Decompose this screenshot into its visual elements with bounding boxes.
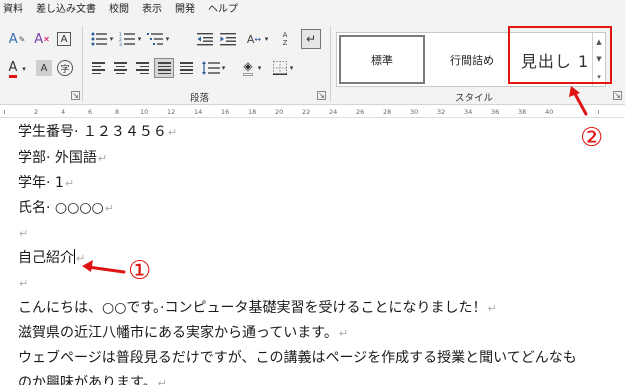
doc-line: ↵ bbox=[19, 277, 29, 290]
ribbon: A ✎ A ✕ A A ▾ A 字 ▾ 123 ▾ ▾ A ↔ ▾ AZ ↵ ▾… bbox=[0, 20, 625, 105]
doc-line: のか興味があります。↵ bbox=[18, 375, 167, 385]
line-spacing-dropdown-icon[interactable]: ▾ bbox=[220, 63, 227, 73]
asian-layout-icon[interactable]: A ↔ bbox=[244, 30, 264, 48]
ruler-label: 28 bbox=[383, 108, 392, 116]
borders-dropdown-icon[interactable]: ▾ bbox=[288, 63, 295, 73]
asian-layout-dropdown-icon[interactable]: ▾ bbox=[263, 34, 270, 44]
text-cursor bbox=[74, 249, 75, 264]
ruler-label: 32 bbox=[437, 108, 446, 116]
ruler-label: 26 bbox=[356, 108, 365, 116]
ruler-label: 20 bbox=[275, 108, 284, 116]
annotation-marker-2: ② bbox=[580, 123, 604, 153]
ruler-right-indent-marker[interactable] bbox=[598, 110, 599, 114]
ribbon-separator bbox=[82, 26, 83, 102]
enclosed-character-icon[interactable]: 字 bbox=[57, 60, 73, 76]
annotation-arrow-2 bbox=[569, 86, 588, 116]
styles-group-label: スタイル bbox=[455, 93, 494, 104]
doc-line: こんにちは、○○です。·コンピュータ基礎実習を受けることになりました！↵ bbox=[18, 300, 497, 316]
menu-review[interactable]: 校閲 bbox=[103, 0, 136, 20]
text-effects-icon[interactable]: A ✎ bbox=[8, 30, 26, 48]
line-spacing-icon[interactable] bbox=[202, 60, 220, 76]
decrease-indent-icon[interactable] bbox=[196, 31, 214, 47]
highlight-box-heading bbox=[508, 26, 612, 84]
menu-view[interactable]: 表示 bbox=[136, 0, 169, 20]
clear-formatting-icon[interactable]: A ✕ bbox=[33, 30, 51, 48]
ruler-label: 14 bbox=[194, 108, 203, 116]
ruler-label: 4 bbox=[61, 108, 66, 116]
paragraph-group-label: 段落 bbox=[190, 93, 210, 104]
ruler-label: 8 bbox=[115, 108, 120, 116]
ruler-label: 18 bbox=[248, 108, 257, 116]
ruler-label: 40 bbox=[545, 108, 554, 116]
increase-indent-icon[interactable] bbox=[219, 31, 237, 47]
doc-line: 学部· 外国語↵ bbox=[18, 150, 108, 166]
style-no-spacing[interactable]: 行間詰め bbox=[429, 35, 515, 84]
menu-developer[interactable]: 開発 bbox=[169, 0, 202, 20]
ruler-label: 30 bbox=[410, 108, 419, 116]
menu-mailings[interactable]: 差し込み文書 bbox=[30, 0, 103, 20]
align-right-icon[interactable] bbox=[134, 60, 150, 76]
distributed-icon[interactable] bbox=[178, 60, 194, 76]
doc-line: 学年· 1↵ bbox=[18, 175, 75, 191]
numbering-icon[interactable]: 123 bbox=[118, 31, 136, 47]
annotation-arrow-1 bbox=[82, 260, 126, 274]
sort-icon[interactable]: AZ bbox=[276, 30, 294, 48]
doc-line: 学生番号· １２３４５６↵ bbox=[18, 124, 178, 140]
ruler-label: 24 bbox=[329, 108, 338, 116]
menu-shiryo[interactable]: 資料 bbox=[0, 0, 30, 20]
font-dialog-launcher-icon[interactable]: ↘ bbox=[71, 91, 80, 100]
character-shading-icon[interactable]: A bbox=[36, 60, 52, 76]
ruler-label: 16 bbox=[221, 108, 230, 116]
svg-text:3: 3 bbox=[119, 42, 122, 46]
show-paragraph-marks-icon[interactable]: ↵ bbox=[301, 29, 321, 49]
ruler-label: 6 bbox=[88, 108, 93, 116]
doc-line: ↵ bbox=[19, 227, 29, 240]
justify-icon[interactable] bbox=[154, 58, 174, 78]
ruler-indent-marker[interactable] bbox=[4, 110, 5, 114]
shading-dropdown-icon[interactable]: ▾ bbox=[256, 63, 263, 73]
shading-icon[interactable]: ◈ bbox=[240, 60, 256, 76]
style-normal[interactable]: 標準 bbox=[339, 35, 425, 84]
font-color-dropdown-icon[interactable]: ▾ bbox=[21, 64, 27, 74]
font-color-icon[interactable]: A bbox=[4, 60, 22, 78]
doc-line-heading: 自己紹介 ↵ bbox=[18, 249, 86, 266]
ruler-label: 2 bbox=[34, 108, 39, 116]
doc-line: ウェブページは普段見るだけですが、この講義はページを作成する授業と聞いてどんなも bbox=[18, 350, 577, 366]
bullets-icon[interactable] bbox=[90, 31, 108, 47]
align-left-icon[interactable] bbox=[90, 60, 106, 76]
ruler-label: 22 bbox=[302, 108, 311, 116]
ribbon-separator bbox=[330, 26, 331, 102]
annotation-marker-1: ① bbox=[128, 256, 152, 286]
ruler-label: 34 bbox=[464, 108, 473, 116]
bullets-dropdown-icon[interactable]: ▾ bbox=[108, 34, 115, 44]
ruler-label: 10 bbox=[140, 108, 149, 116]
menu-bar: 資料 差し込み文書 校閲 表示 開発 ヘルプ bbox=[0, 0, 625, 20]
doc-line: 氏名· ○○○○↵ bbox=[18, 200, 114, 216]
character-border-icon[interactable]: A bbox=[57, 32, 71, 46]
horizontal-ruler[interactable]: 2 4 6 8 10 12 14 16 18 20 22 24 26 28 30… bbox=[0, 106, 625, 118]
ruler-label: 36 bbox=[491, 108, 500, 116]
multilevel-list-icon[interactable] bbox=[146, 31, 164, 47]
paragraph-dialog-launcher-icon[interactable]: ↘ bbox=[317, 91, 326, 100]
document-body[interactable]: 学生番号· １２３４５６↵ 学部· 外国語↵ 学年· 1↵ 氏名· ○○○○↵ … bbox=[0, 119, 625, 385]
menu-help[interactable]: ヘルプ bbox=[202, 0, 245, 20]
borders-icon[interactable] bbox=[272, 60, 288, 76]
styles-dialog-launcher-icon[interactable]: ↘ bbox=[613, 91, 622, 100]
ruler-label: 12 bbox=[167, 108, 176, 116]
align-center-icon[interactable] bbox=[112, 60, 128, 76]
doc-line: 滋賀県の近江八幡市にある実家から通っています。↵ bbox=[18, 325, 349, 341]
numbering-dropdown-icon[interactable]: ▾ bbox=[136, 34, 143, 44]
ruler-label: 38 bbox=[518, 108, 527, 116]
multilevel-dropdown-icon[interactable]: ▾ bbox=[164, 34, 171, 44]
